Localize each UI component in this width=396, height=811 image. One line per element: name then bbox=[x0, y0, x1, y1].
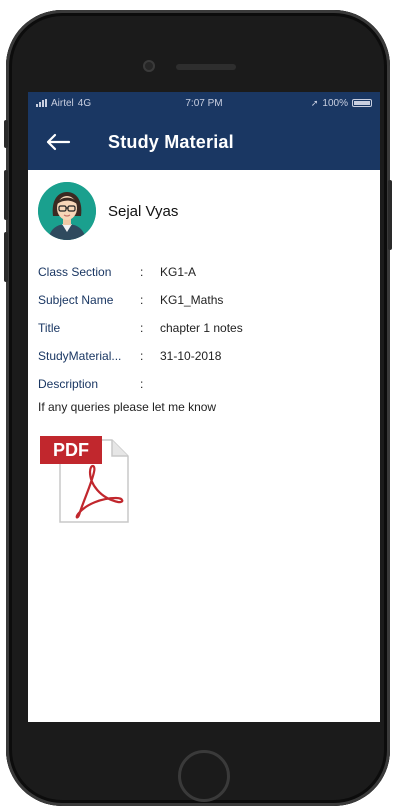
detail-value: KG1-A bbox=[160, 265, 197, 279]
home-button[interactable] bbox=[178, 750, 230, 802]
clock: 7:07 PM bbox=[185, 97, 223, 109]
detail-colon: : bbox=[140, 321, 144, 335]
volume-down-button bbox=[4, 232, 8, 282]
user-name: Sejal Vyas bbox=[108, 202, 179, 220]
app-screen: Airtel 4G 7:07 PM ➚ 100% Study Material bbox=[28, 92, 380, 722]
detail-row-study-material-date: StudyMaterial... : 31-10-2018 bbox=[38, 342, 370, 370]
power-button bbox=[388, 180, 392, 250]
carrier-label: Airtel bbox=[51, 97, 74, 109]
status-bar: Airtel 4G 7:07 PM ➚ 100% bbox=[28, 92, 380, 114]
network-label: 4G bbox=[77, 97, 92, 109]
volume-up-button bbox=[4, 170, 8, 220]
detail-colon: : bbox=[140, 293, 144, 307]
detail-label: StudyMaterial... bbox=[38, 349, 122, 363]
mute-switch bbox=[4, 120, 8, 148]
detail-label: Subject Name bbox=[38, 293, 114, 307]
signal-icon bbox=[36, 99, 47, 107]
detail-value: KG1_Maths bbox=[160, 293, 224, 307]
page-title: Study Material bbox=[108, 131, 234, 152]
description-text: If any queries please let me know bbox=[38, 400, 217, 414]
detail-row-subject-name: Subject Name : KG1_Maths bbox=[38, 286, 370, 314]
arrow-left-icon bbox=[46, 133, 71, 151]
pdf-attachment[interactable]: PDF bbox=[38, 430, 134, 526]
study-material-detail: Sejal Vyas Class Section : KG1-A Subject… bbox=[28, 170, 380, 538]
detail-colon: : bbox=[140, 265, 144, 279]
user-avatar-icon bbox=[38, 182, 96, 240]
detail-label: Class Section bbox=[38, 265, 112, 279]
app-bar: Study Material bbox=[28, 114, 380, 170]
pdf-file-icon: PDF bbox=[40, 436, 129, 523]
profile-header: Sejal Vyas bbox=[38, 182, 370, 240]
detail-value: chapter 1 notes bbox=[160, 321, 243, 335]
battery-icon bbox=[352, 99, 372, 107]
detail-row-class-section: Class Section : KG1-A bbox=[38, 258, 370, 286]
pdf-label: PDF bbox=[53, 440, 89, 460]
front-camera bbox=[143, 60, 155, 72]
detail-row-description: Description : bbox=[38, 370, 370, 398]
detail-label: Description bbox=[38, 377, 99, 391]
detail-value: 31-10-2018 bbox=[160, 349, 222, 363]
battery-percent: 100% bbox=[322, 97, 348, 109]
detail-colon: : bbox=[140, 377, 144, 391]
detail-colon: : bbox=[140, 349, 144, 363]
detail-label: Title bbox=[38, 321, 61, 335]
detail-row-title: Title : chapter 1 notes bbox=[38, 314, 370, 342]
back-button[interactable] bbox=[40, 124, 76, 160]
earpiece-speaker bbox=[176, 64, 236, 70]
location-arrow-icon: ➚ bbox=[310, 97, 319, 108]
